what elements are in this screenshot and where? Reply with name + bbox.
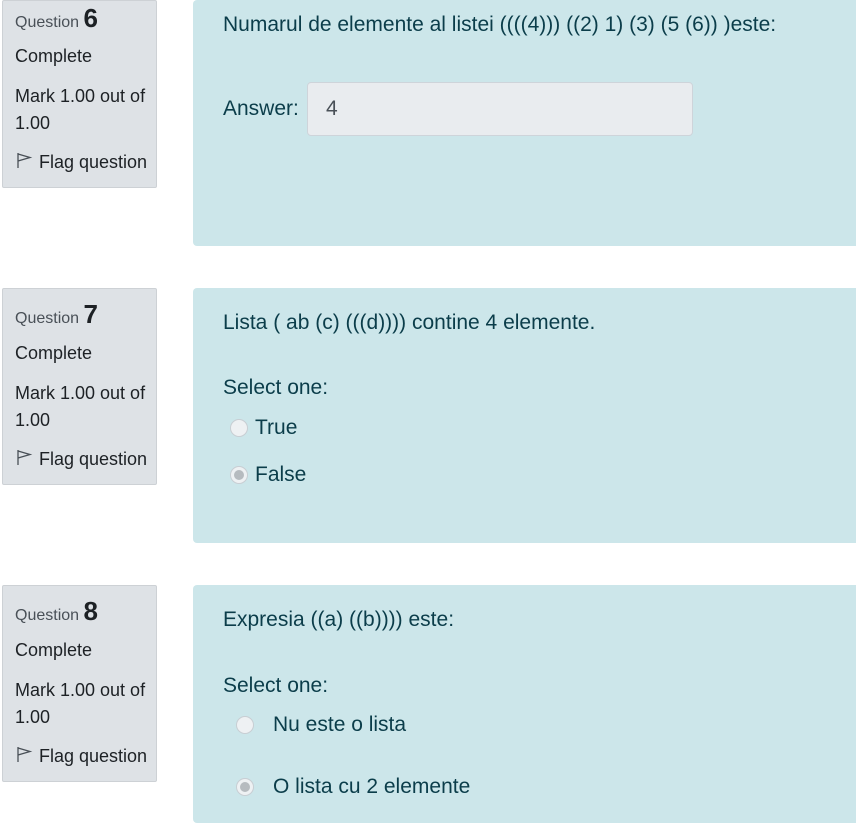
- flag-question-link[interactable]: Flag question: [15, 745, 147, 768]
- question-grade: Mark 1.00 out of 1.00: [15, 383, 146, 430]
- question-state: Complete: [15, 46, 93, 66]
- radio-button[interactable]: [236, 716, 254, 734]
- question-info-8: Question 8 Complete Mark 1.00 out of 1.0…: [2, 585, 157, 782]
- flag-outline-icon: [15, 448, 33, 471]
- question-state: Complete: [15, 343, 93, 363]
- question-text: Expresia ((a) ((b)))) este:: [223, 608, 455, 631]
- question-content-8: Expresia ((a) ((b)))) este: Select one: …: [193, 585, 856, 823]
- option-label: True: [255, 416, 298, 439]
- radio-button-selected[interactable]: [236, 778, 254, 796]
- option-label: O lista cu 2 elemente: [273, 775, 471, 798]
- question-text: Lista ( ab (c) (((d)))) contine 4 elemen…: [223, 311, 596, 334]
- flag-question-label: Flag question: [39, 449, 148, 469]
- flag-question-link[interactable]: Flag question: [15, 448, 147, 471]
- option-nu-este-o-lista[interactable]: Nu este o lista: [236, 713, 406, 737]
- question-number: Question 6: [15, 3, 98, 33]
- question-info-7: Question 7 Complete Mark 1.00 out of 1.0…: [2, 288, 157, 485]
- question-number: Question 8: [15, 596, 98, 626]
- question-grade: Mark 1.00 out of 1.00: [15, 680, 146, 727]
- question-content-6: Numarul de elemente al listei ((((4))) (…: [193, 0, 856, 246]
- question-text: Numarul de elemente al listei ((((4))) (…: [223, 13, 777, 36]
- radio-button-selected[interactable]: [230, 466, 248, 484]
- question-grade: Mark 1.00 out of 1.00: [15, 86, 146, 133]
- option-false[interactable]: False: [230, 463, 306, 487]
- option-label: False: [255, 463, 307, 486]
- radio-button[interactable]: [230, 419, 248, 437]
- answer-input[interactable]: 4: [307, 82, 693, 136]
- flag-outline-icon: [15, 745, 33, 768]
- question-content-7: Lista ( ab (c) (((d)))) contine 4 elemen…: [193, 288, 856, 543]
- select-one-prompt: Select one:: [223, 376, 329, 399]
- option-label: Nu este o lista: [273, 713, 407, 736]
- question-info-6: Question 6 Complete Mark 1.00 out of 1.0…: [2, 0, 157, 188]
- select-one-prompt: Select one:: [223, 674, 329, 697]
- question-number: Question 7: [15, 299, 98, 329]
- flag-question-label: Flag question: [39, 152, 148, 172]
- option-o-lista-cu-2-elemente[interactable]: O lista cu 2 elemente: [236, 775, 470, 799]
- question-state: Complete: [15, 640, 93, 660]
- answer-label: Answer:: [223, 97, 299, 120]
- flag-question-link[interactable]: Flag question: [15, 151, 147, 174]
- option-true[interactable]: True: [230, 416, 297, 440]
- flag-question-label: Flag question: [39, 746, 148, 766]
- flag-outline-icon: [15, 151, 33, 174]
